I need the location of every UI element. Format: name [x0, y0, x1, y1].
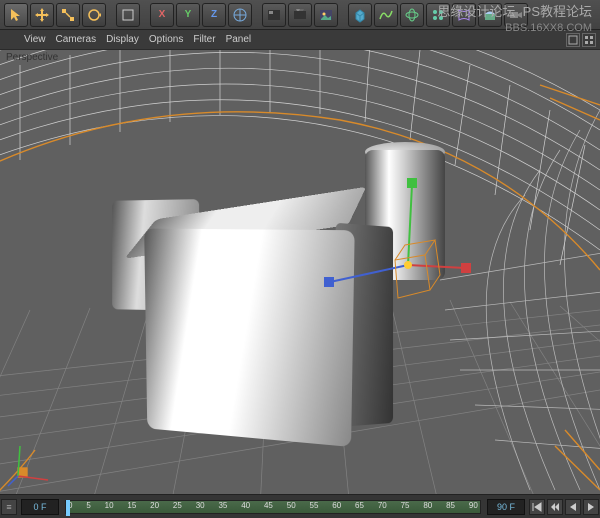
timeline-end-frame[interactable]: 90 F	[487, 499, 525, 515]
render-view[interactable]	[288, 3, 312, 27]
play-forward-button[interactable]	[583, 499, 599, 515]
viewport[interactable]: Perspective	[0, 50, 600, 494]
transform-gizmo[interactable]	[0, 50, 600, 494]
rotate-tool[interactable]	[82, 3, 106, 27]
menu-cameras[interactable]: Cameras	[56, 34, 97, 45]
timeline-ticks: 05 1015 2025 3035 4045 5055 6065 7075 80…	[66, 501, 480, 513]
step-back-button[interactable]	[547, 499, 563, 515]
menu-panel[interactable]: Panel	[226, 34, 252, 45]
menu-display[interactable]: Display	[106, 34, 139, 45]
timeline-playhead[interactable]	[66, 500, 70, 516]
coord-system[interactable]	[228, 3, 252, 27]
move-tool[interactable]	[30, 3, 54, 27]
axis-y[interactable]: Y	[176, 3, 200, 27]
timeline-track[interactable]: 05 1015 2025 3035 4045 5055 6065 7075 80…	[65, 500, 481, 514]
timeline-menu-icon[interactable]: ≡	[1, 499, 17, 515]
play-back-button[interactable]	[565, 499, 581, 515]
menu-options[interactable]: Options	[149, 34, 183, 45]
menu-view[interactable]: View	[24, 34, 46, 45]
axis-x[interactable]: X	[150, 3, 174, 27]
viewport-label: Perspective	[6, 52, 58, 63]
scale-tool[interactable]	[56, 3, 80, 27]
world-axis-icon	[6, 438, 56, 488]
select-tool[interactable]	[4, 3, 28, 27]
add-nurbs[interactable]	[400, 3, 424, 27]
timeline-start-frame[interactable]: 0 F	[21, 499, 59, 515]
axis-z[interactable]: Z	[202, 3, 226, 27]
add-cube[interactable]	[348, 3, 372, 27]
render-region[interactable]	[262, 3, 286, 27]
add-spline[interactable]	[374, 3, 398, 27]
last-tool[interactable]	[116, 3, 140, 27]
picture-viewer[interactable]	[314, 3, 338, 27]
timeline: ≡ 0 F 05 1015 2025 3035 4045 5055 6065 7…	[0, 494, 600, 518]
menu-filter[interactable]: Filter	[193, 34, 215, 45]
goto-start-button[interactable]	[529, 499, 545, 515]
watermark: 思缘设计论坛 PS教程论坛 BBS.16XX8.COM	[437, 4, 592, 35]
